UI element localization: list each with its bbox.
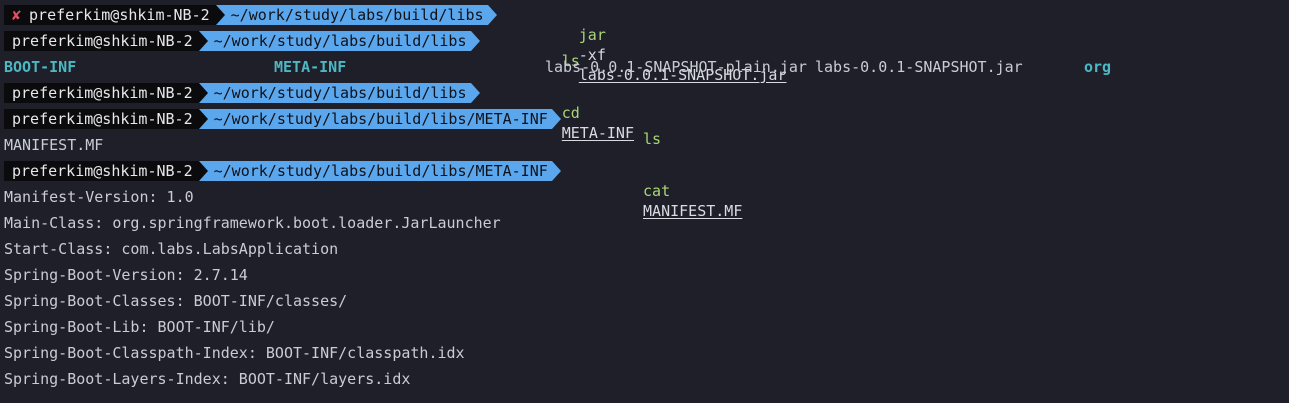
prompt-end-arrow-icon bbox=[470, 31, 480, 51]
prompt-separator-arrow-icon bbox=[198, 161, 208, 181]
manifest-entry: Spring-Boot-Layers-Index: BOOT-INF/layer… bbox=[4, 370, 411, 388]
error-x-icon: ✘ bbox=[12, 6, 22, 24]
manifest-line: Main-Class: org.springframework.boot.loa… bbox=[0, 210, 1289, 236]
manifest-line: Manifest-Version: 1.0 bbox=[0, 184, 1289, 210]
prompt-separator-arrow-icon bbox=[198, 109, 208, 129]
manifest-line: Start-Class: com.labs.LabsApplication bbox=[0, 236, 1289, 262]
command-text: ls bbox=[571, 109, 661, 148]
prompt-separator-arrow-icon bbox=[198, 83, 208, 103]
ls-output-line: BOOT-INF META-INF labs-0.0.1-SNAPSHOT-pl… bbox=[0, 54, 1289, 80]
terminal-window[interactable]: ✘ preferkim@shkim-NB-2 ~/work/study/labs… bbox=[0, 0, 1289, 403]
prompt-user-segment: preferkim@shkim-NB-2 bbox=[4, 109, 199, 129]
prompt-directory: ~/work/study/labs/build/libs/META-INF bbox=[207, 161, 552, 181]
command-text: cat MANIFEST.MF bbox=[571, 161, 742, 220]
manifest-entry: Start-Class: com.labs.LabsApplication bbox=[4, 240, 339, 258]
ls-entry-file: MANIFEST.MF bbox=[4, 136, 104, 154]
prompt-line: ✘ preferkim@shkim-NB-2 ~/work/study/labs… bbox=[0, 2, 1289, 84]
manifest-line: Spring-Boot-Lib: BOOT-INF/lib/ bbox=[0, 314, 1289, 340]
prompt-user-host: preferkim@shkim-NB-2 bbox=[12, 84, 193, 102]
prompt-user-segment: ✘ preferkim@shkim-NB-2 bbox=[4, 5, 216, 25]
prompt-separator-arrow-icon bbox=[198, 31, 208, 51]
command-text: ls bbox=[490, 31, 580, 70]
command-text: cd META-INF bbox=[490, 83, 634, 142]
prompt-user-segment: preferkim@shkim-NB-2 bbox=[4, 31, 199, 51]
ls-entry-file: labs-0.0.1-SNAPSHOT.jar bbox=[815, 58, 1023, 76]
prompt-directory: ~/work/study/labs/build/libs bbox=[207, 83, 471, 103]
manifest-entry: Spring-Boot-Classpath-Index: BOOT-INF/cl… bbox=[4, 344, 465, 362]
prompt-user-host: preferkim@shkim-NB-2 bbox=[12, 162, 193, 180]
prompt-line: preferkim@shkim-NB-2 ~/work/study/labs/b… bbox=[0, 80, 1289, 142]
prompt-directory: ~/work/study/labs/build/libs bbox=[224, 5, 488, 25]
prompt-end-arrow-icon bbox=[551, 161, 561, 181]
manifest-line: Spring-Boot-Version: 2.7.14 bbox=[0, 262, 1289, 288]
ls-entry-file: labs-0.0.1-SNAPSHOT-plain.jar bbox=[545, 58, 807, 76]
prompt-line: preferkim@shkim-NB-2 ~/work/study/labs/b… bbox=[0, 106, 1289, 148]
prompt-user-segment: preferkim@shkim-NB-2 bbox=[4, 83, 199, 103]
prompt-separator-arrow-icon bbox=[215, 5, 225, 25]
prompt-user-host: preferkim@shkim-NB-2 bbox=[29, 6, 210, 24]
prompt-line: preferkim@shkim-NB-2 ~/work/study/labs/b… bbox=[0, 28, 1289, 70]
manifest-line: Spring-Boot-Layers-Index: BOOT-INF/layer… bbox=[0, 366, 1289, 392]
manifest-entry: Spring-Boot-Classes: BOOT-INF/classes/ bbox=[4, 292, 348, 310]
prompt-line: preferkim@shkim-NB-2 ~/work/study/labs/b… bbox=[0, 158, 1289, 220]
manifest-entry: Main-Class: org.springframework.boot.loa… bbox=[4, 214, 501, 232]
ls-entry-directory: org bbox=[1084, 58, 1112, 76]
manifest-line: Spring-Boot-Classpath-Index: BOOT-INF/cl… bbox=[0, 340, 1289, 366]
manifest-entry: Spring-Boot-Lib: BOOT-INF/lib/ bbox=[4, 318, 275, 336]
prompt-user-host: preferkim@shkim-NB-2 bbox=[12, 32, 193, 50]
prompt-end-arrow-icon bbox=[487, 5, 497, 25]
ls-output-line: MANIFEST.MF bbox=[0, 132, 1289, 158]
prompt-user-segment: preferkim@shkim-NB-2 bbox=[4, 161, 199, 181]
prompt-directory: ~/work/study/labs/build/libs/META-INF bbox=[207, 109, 552, 129]
command-text: jar -xf labs-0.0.1-SNAPSHOT.jar bbox=[507, 5, 787, 84]
manifest-entry: Manifest-Version: 1.0 bbox=[4, 188, 194, 206]
ls-entry-directory: META-INF bbox=[274, 58, 347, 76]
manifest-entry: Spring-Boot-Version: 2.7.14 bbox=[4, 266, 248, 284]
manifest-line: Spring-Boot-Classes: BOOT-INF/classes/ bbox=[0, 288, 1289, 314]
prompt-end-arrow-icon bbox=[470, 83, 480, 103]
prompt-end-arrow-icon bbox=[551, 109, 561, 129]
ls-entry-directory: BOOT-INF bbox=[4, 58, 77, 76]
prompt-user-host: preferkim@shkim-NB-2 bbox=[12, 110, 193, 128]
prompt-directory: ~/work/study/labs/build/libs bbox=[207, 31, 471, 51]
